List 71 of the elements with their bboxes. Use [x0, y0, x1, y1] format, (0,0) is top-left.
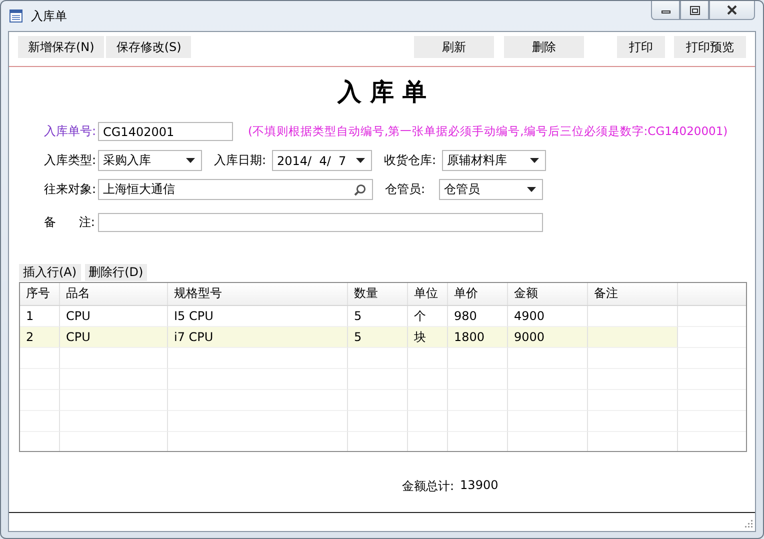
column-header: 序号 [20, 283, 60, 305]
window-title: 入库单 [31, 8, 67, 24]
hint-text: (不填则根据类型自动编号,第一张单据必须手动编号,编号后三位必须是数字:CG14020001) [248, 124, 728, 139]
toolbar-button[interactable]: 刷新 [414, 36, 494, 58]
grid-button[interactable]: 删除行(D) [84, 264, 148, 281]
form-heading: 入 库 单 [336, 77, 428, 107]
empty-cell [448, 369, 508, 390]
table-cell: 9000 [508, 327, 588, 348]
empty-cell [20, 411, 60, 432]
empty-cell [448, 390, 508, 411]
close-button[interactable] [709, 1, 755, 20]
minimize-button[interactable] [651, 1, 680, 20]
field-label: 入库单号: [44, 123, 98, 140]
total-label: 金额总计: [402, 478, 454, 495]
empty-cell [448, 348, 508, 369]
caret-icon [356, 158, 365, 163]
close-icon [726, 5, 738, 15]
empty-cell [348, 411, 408, 432]
column-header: 数量 [348, 283, 408, 305]
dropdown[interactable]: 仓管员 [439, 179, 543, 200]
empty-cell [408, 348, 448, 369]
toolbar-button[interactable]: 打印预览 [674, 36, 746, 58]
toolbar-button[interactable]: 打印 [617, 36, 665, 58]
empty-cell [348, 348, 408, 369]
restore-icon [690, 6, 700, 14]
column-header: 单价 [448, 283, 508, 305]
table-cell: i7 CPU [168, 327, 348, 348]
toolbar-button[interactable]: 保存修改(S) [106, 36, 192, 58]
table-cell: 1800 [448, 327, 508, 348]
column-header: 品名 [60, 283, 168, 305]
restore-button[interactable] [680, 1, 709, 20]
field-label: 入库类型: [44, 152, 98, 169]
form-icon [9, 9, 23, 23]
empty-cell [408, 390, 448, 411]
dropdown[interactable]: 原辅材料库 [442, 150, 546, 171]
empty-cell [348, 369, 408, 390]
field-label: 收货仓库: [384, 152, 438, 169]
column-header: 金额 [508, 283, 588, 305]
toolbar-button[interactable]: 新增保存(N) [18, 36, 104, 58]
field-label: 仓管员: [385, 181, 426, 198]
empty-cell [408, 411, 448, 432]
search-icon [354, 184, 366, 196]
table-row[interactable]: 2 CPU i7 CPU 5 块 1800 9000 [20, 327, 746, 348]
dropdown[interactable]: 2014/ 4/ 7 [272, 150, 372, 171]
remark-field[interactable] [98, 213, 543, 232]
field-label: 入库日期: [214, 152, 268, 169]
field-label: 备 注: [44, 214, 96, 231]
resize-grip-icon [745, 520, 753, 528]
caret-icon [530, 158, 539, 163]
grid-button[interactable]: 插入行(A) [19, 264, 81, 281]
text-field[interactable]: CG1402001 [98, 122, 233, 141]
column-header: 单位 [408, 283, 448, 305]
empty-cell [448, 411, 508, 432]
column-header: 备注 [588, 283, 678, 305]
table-cell: 2 [20, 327, 60, 348]
toolbar-button[interactable]: 删除 [504, 36, 584, 58]
caret-icon [186, 158, 195, 163]
dropdown[interactable]: 采购入库 [98, 150, 202, 171]
column-header: 规格型号 [168, 283, 348, 305]
empty-cell [20, 369, 60, 390]
empty-cell [408, 369, 448, 390]
table-cell: 块 [408, 327, 448, 348]
table-cell: 5 [348, 327, 408, 348]
total-value: 13900 [460, 478, 498, 494]
caret-icon [527, 187, 536, 192]
empty-cell [20, 348, 60, 369]
table-cell: CPU [60, 327, 168, 348]
empty-cell [348, 390, 408, 411]
search-field[interactable]: 上海恒大通信 [98, 179, 373, 200]
field-label: 往来对象: [44, 181, 98, 198]
empty-cell [20, 390, 60, 411]
